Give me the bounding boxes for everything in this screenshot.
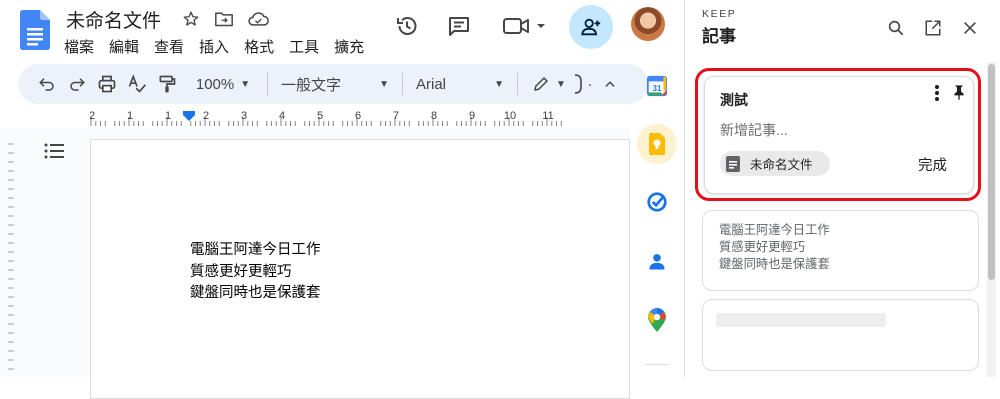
note-line: 鍵盤同時也是保護套 [719, 257, 830, 271]
menu-extensions[interactable]: 擴充 [334, 36, 364, 57]
menu-edit[interactable]: 編輯 [109, 36, 139, 57]
ruler-label: 10 [504, 110, 516, 122]
redo-icon[interactable] [62, 70, 92, 98]
formatting-toolbar: 100% ▼ 一般文字 ▼ Arial ▼ ▼ · [18, 64, 648, 104]
open-in-new-tab-icon[interactable] [921, 16, 945, 40]
toolbar-more-icon[interactable]: · [585, 70, 595, 98]
ruler-label: 2 [90, 110, 95, 122]
indent-marker-icon [183, 111, 195, 121]
style-value: 一般文字 [281, 76, 342, 94]
ruler-label: 9 [469, 110, 475, 122]
horizontal-ruler[interactable]: 2 1 1 2 3 4 5 6 7 8 9 10 11 [90, 108, 630, 128]
hide-menus-chevron-up-icon[interactable] [595, 70, 625, 98]
blurred-note-content [716, 313, 886, 327]
print-icon[interactable] [92, 70, 122, 98]
font-select[interactable]: Arial ▼ [412, 70, 508, 98]
zoom-value: 100% [195, 75, 235, 93]
share-button[interactable] [569, 5, 613, 49]
document-line: 鍵盤同時也是保護套 [190, 285, 321, 301]
note-line: 電腦王阿達今日工作 [719, 223, 830, 237]
note-card[interactable] [702, 299, 979, 371]
svg-text:31: 31 [653, 84, 662, 93]
menu-tools[interactable]: 工具 [289, 36, 319, 57]
document-outline-icon[interactable] [44, 142, 64, 160]
comments-icon[interactable] [441, 8, 477, 44]
menu-bar: 檔案 編輯 查看 插入 格式 工具 擴充 [64, 36, 379, 57]
divider [267, 73, 268, 95]
keep-brand-label: KEEP [702, 8, 737, 20]
ruler-label: 11 [542, 110, 553, 122]
editing-mode-select[interactable]: ▼ [527, 70, 571, 98]
version-history-icon[interactable] [389, 8, 425, 44]
annotation-highlight-box [695, 68, 981, 201]
contacts-icon[interactable] [641, 246, 673, 278]
menu-format[interactable]: 格式 [244, 36, 274, 57]
document-page[interactable] [90, 139, 630, 399]
chevron-down-icon: ▼ [494, 78, 504, 90]
ruler-label: 6 [355, 110, 361, 122]
scrollbar-thumb[interactable] [988, 64, 995, 280]
zoom-select[interactable]: 100% ▼ [188, 70, 258, 98]
spellcheck-icon[interactable] [122, 70, 152, 98]
ruler-label: 1 [127, 110, 133, 122]
divider [645, 364, 669, 365]
meet-button[interactable] [498, 8, 550, 44]
avatar[interactable] [631, 7, 665, 41]
chevron-down-icon: ▼ [240, 78, 251, 90]
divider [402, 73, 403, 95]
move-to-folder-icon[interactable] [213, 8, 235, 30]
chevron-down-icon: ▼ [556, 78, 566, 90]
font-value: Arial [416, 75, 447, 93]
side-panel-rail: 31 [637, 64, 677, 377]
note-line: 質感更好更輕巧 [719, 240, 806, 254]
chevron-down-icon: ▼ [379, 78, 389, 90]
menu-file[interactable]: 檔案 [64, 36, 94, 57]
docs-logo-icon[interactable] [20, 10, 50, 50]
close-icon[interactable] [958, 16, 982, 40]
tasks-icon[interactable] [641, 186, 673, 218]
maps-icon[interactable] [641, 304, 673, 336]
ruler-label: 8 [431, 110, 437, 122]
search-icon[interactable] [884, 16, 908, 40]
document-line: 質感更好更輕巧 [190, 263, 292, 280]
divider [517, 73, 518, 95]
vertical-ruler[interactable] [0, 140, 16, 377]
cloud-saved-icon[interactable] [247, 8, 269, 30]
keep-icon[interactable] [637, 124, 677, 164]
keep-panel-title: 記事 [702, 27, 736, 46]
undo-icon[interactable] [32, 70, 62, 98]
calendar-icon[interactable]: 31 [641, 70, 673, 102]
document-line: 電腦王阿達今日工作 [190, 242, 321, 258]
star-icon[interactable] [180, 8, 202, 30]
pencil-icon [534, 77, 548, 91]
toolbar-overflow-bracket [571, 70, 585, 98]
ruler-label: 2 [203, 110, 209, 122]
document-title[interactable]: 未命名文件 [66, 6, 161, 33]
ruler-label: 1 [165, 110, 171, 122]
ruler-label: 5 [317, 110, 323, 122]
paint-format-icon[interactable] [152, 70, 182, 98]
ruler-label: 7 [393, 110, 399, 122]
ruler-label: 4 [279, 110, 285, 122]
ruler-label: 3 [241, 110, 247, 122]
menu-insert[interactable]: 插入 [199, 36, 229, 57]
note-card-body: 電腦王阿達今日工作 質感更好更輕巧 鍵盤同時也是保護套 [719, 222, 830, 273]
add-person-icon [581, 18, 601, 36]
menu-view[interactable]: 查看 [154, 36, 184, 57]
style-select[interactable]: 一般文字 ▼ [277, 70, 393, 98]
document-body-text[interactable]: 電腦王阿達今日工作 質感更好更輕巧 鍵盤同時也是保護套 [190, 240, 321, 305]
